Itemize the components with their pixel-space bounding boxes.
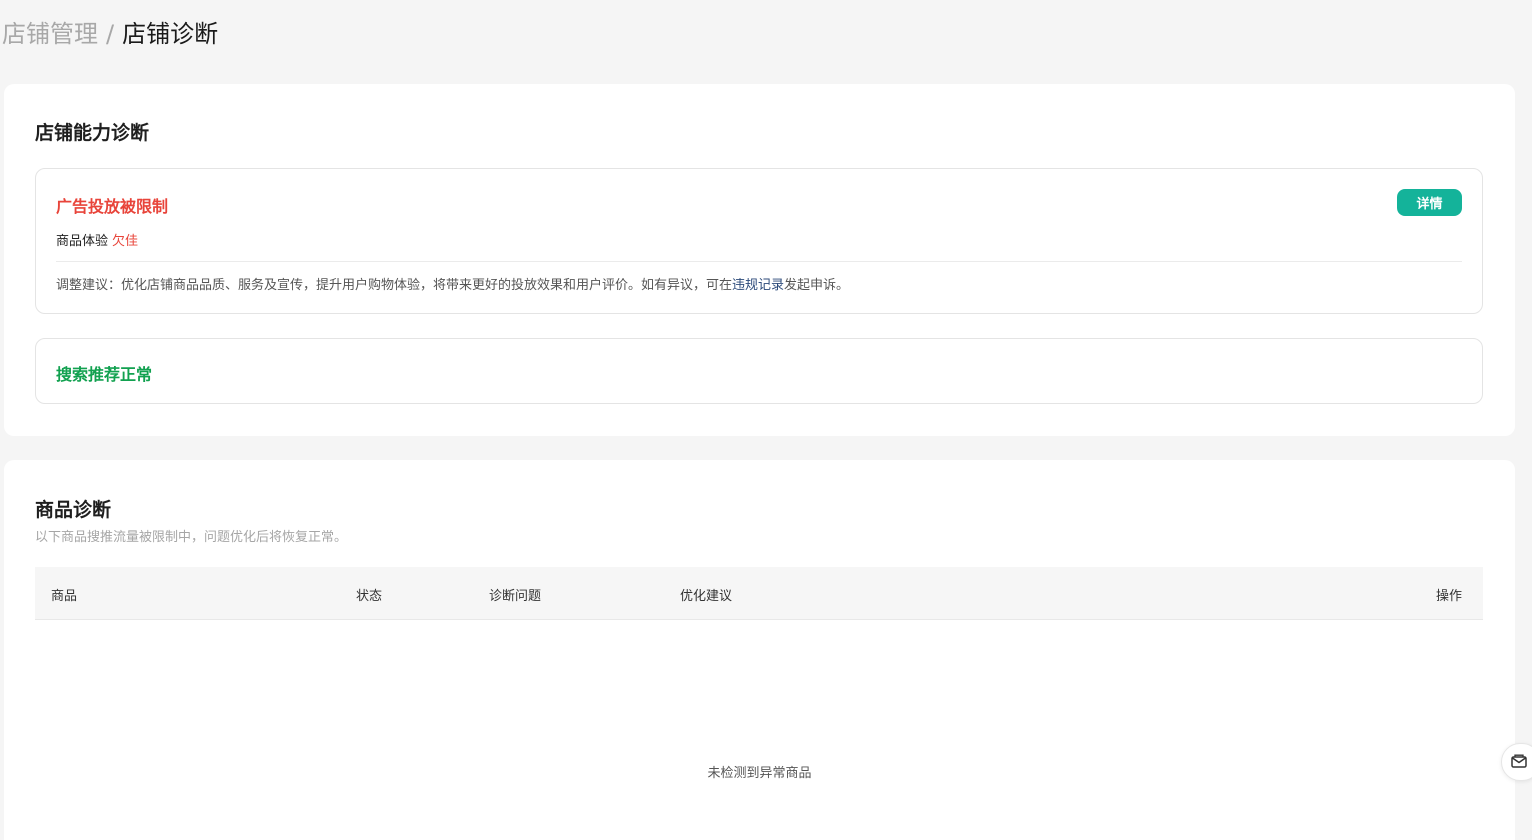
mail-icon — [1511, 753, 1527, 772]
breadcrumb-current: 店铺诊断 — [122, 20, 219, 48]
metric-label: 商品体验 — [56, 234, 109, 249]
store-diagnosis-title: 店铺能力诊断 — [35, 122, 150, 144]
column-action: 操作 — [1435, 589, 1462, 604]
column-advice: 优化建议 — [680, 589, 733, 604]
ad-status-title: 广告投放被限制 — [56, 197, 169, 216]
message-float-button[interactable] — [1501, 743, 1532, 781]
metric-value: 欠佳 — [112, 234, 139, 249]
breadcrumb: 店铺管理 / 店铺诊断 — [2, 18, 218, 50]
detail-button[interactable]: 详情 — [1397, 189, 1462, 216]
ad-status-box: 广告投放被限制 详情 商品体验 欠佳 调整建议：优化店铺商品品质、服务及宣传，提升… — [35, 168, 1483, 314]
column-issue: 诊断问题 — [489, 589, 542, 604]
advice-text: 调整建议：优化店铺商品品质、服务及宣传，提升用户购物体验，将带来更好的投放效果和… — [56, 274, 849, 293]
advice-prefix: 调整建议：优化店铺商品品质、服务及宣传，提升用户购物体验，将带来更好的投放效果和… — [56, 278, 733, 293]
advice-suffix: 发起申诉。 — [784, 278, 850, 293]
goods-diagnosis-title: 商品诊断 — [35, 499, 112, 521]
breadcrumb-parent[interactable]: 店铺管理 — [2, 18, 98, 50]
table-header: 商品 状态 诊断问题 优化建议 操作 — [35, 567, 1483, 620]
column-status: 状态 — [356, 589, 383, 604]
search-status-title: 搜索推荐正常 — [56, 365, 153, 384]
violation-record-link[interactable]: 违规记录 — [732, 278, 784, 293]
search-status-box: 搜索推荐正常 — [35, 338, 1483, 404]
goods-diagnosis-subtitle: 以下商品搜推流量被限制中，问题优化后将恢复正常。 — [35, 530, 348, 545]
goods-diagnosis-card: 商品诊断 以下商品搜推流量被限制中，问题优化后将恢复正常。 商品 状态 诊断问题… — [4, 460, 1515, 840]
store-diagnosis-card: 店铺能力诊断 广告投放被限制 详情 商品体验 欠佳 调整建议：优化店铺商品品质、服… — [4, 84, 1515, 436]
breadcrumb-separator: / — [106, 20, 115, 48]
divider — [56, 261, 1462, 262]
metric-row: 商品体验 欠佳 — [56, 230, 138, 249]
empty-state-text: 未检测到异常商品 — [707, 766, 812, 781]
column-goods: 商品 — [51, 589, 78, 604]
